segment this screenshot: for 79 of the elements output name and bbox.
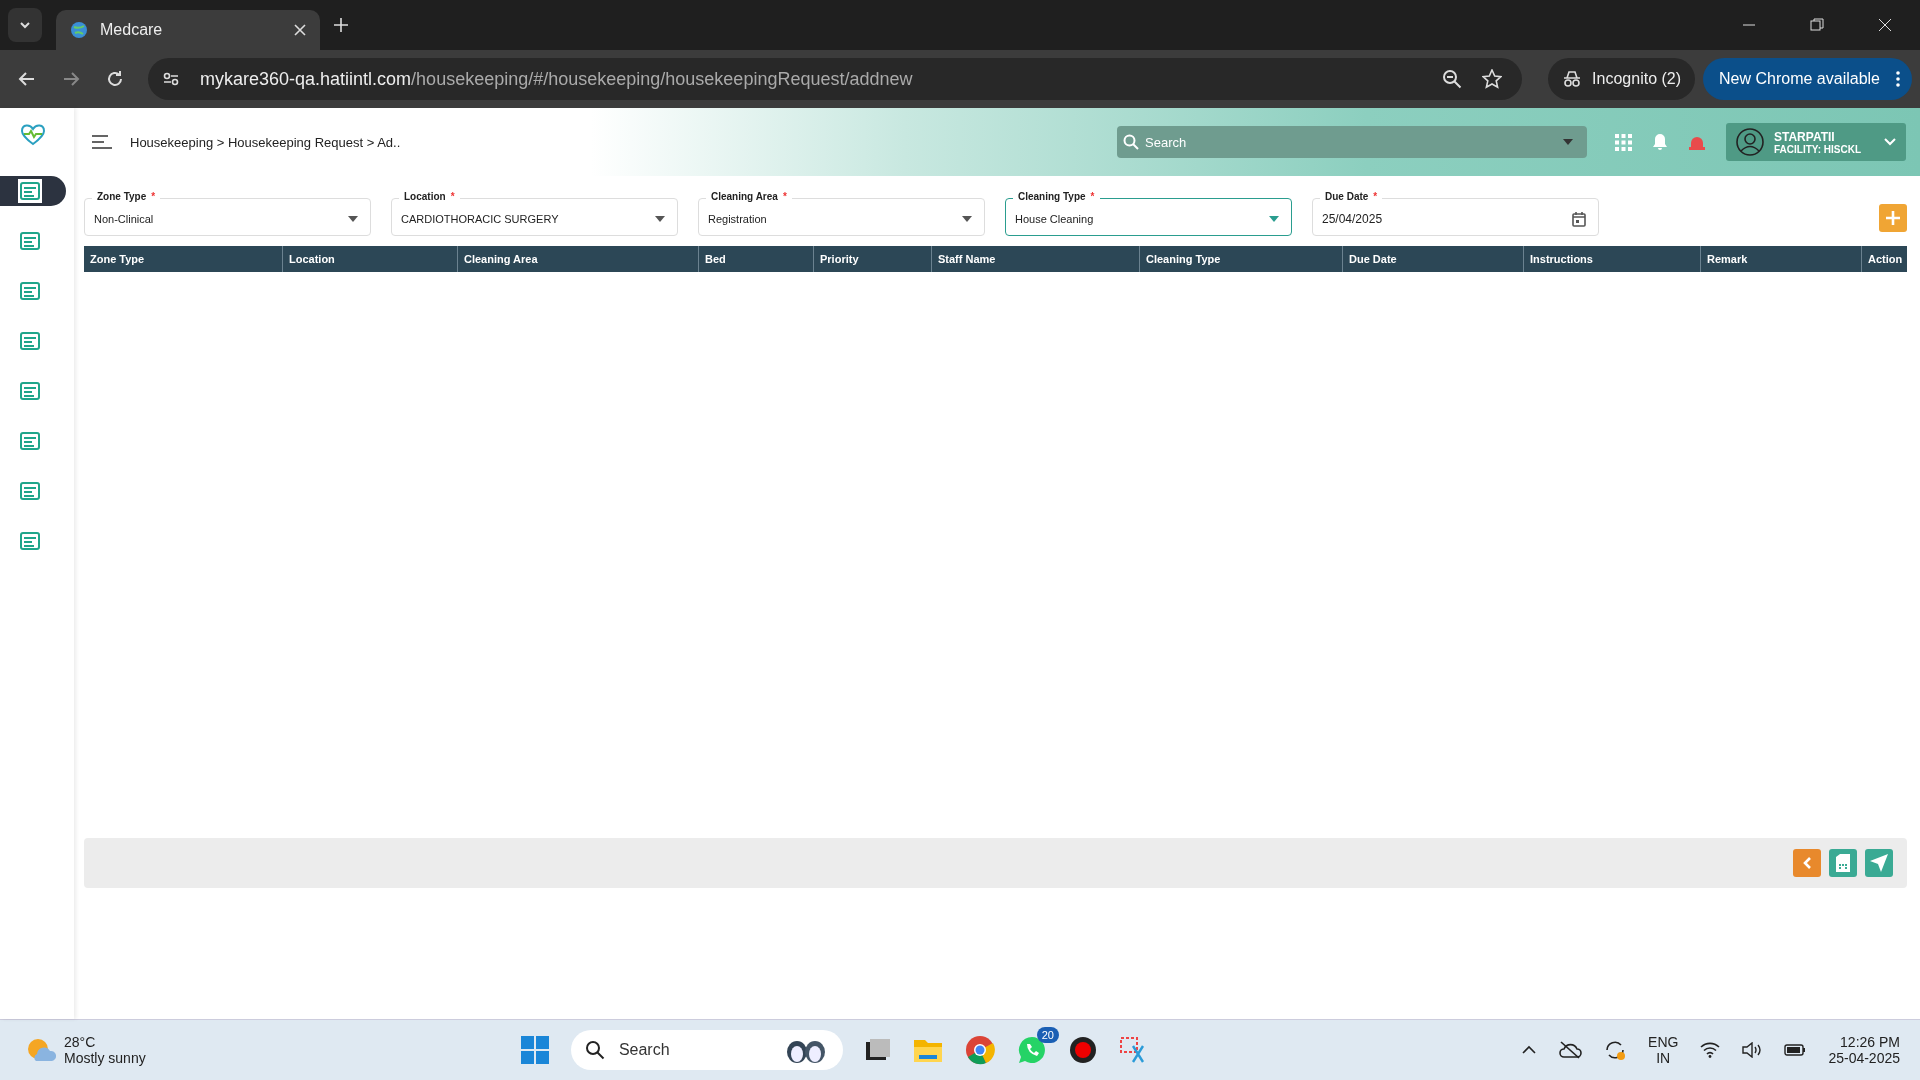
folder-icon[interactable] bbox=[912, 1037, 943, 1063]
chevron-down-icon bbox=[1884, 138, 1896, 146]
wifi-icon[interactable] bbox=[1700, 1042, 1721, 1058]
facility-label: FACILITY: HISCKL bbox=[1774, 143, 1863, 155]
sidebar-item[interactable] bbox=[0, 176, 66, 206]
snipping-tool-icon[interactable] bbox=[1118, 1036, 1147, 1064]
sim-card-icon bbox=[1835, 853, 1851, 873]
star-icon[interactable] bbox=[1482, 69, 1503, 89]
breadcrumb: Housekeeping > Housekeeping Request > Ad.. bbox=[130, 134, 401, 150]
search-icon bbox=[584, 1040, 605, 1060]
back-button[interactable] bbox=[1793, 849, 1821, 877]
windows-start-icon[interactable] bbox=[520, 1036, 549, 1064]
task-view-icon[interactable] bbox=[864, 1038, 891, 1062]
caret-icon bbox=[962, 216, 972, 222]
field-label: Cleaning Type * bbox=[1013, 190, 1100, 204]
browser-tab[interactable]: Medcare bbox=[56, 10, 320, 50]
column-header: Cleaning Type bbox=[1139, 246, 1342, 272]
caret-icon bbox=[348, 216, 358, 222]
column-header: Priority bbox=[813, 246, 931, 272]
incognito-button[interactable]: Incognito (2) bbox=[1548, 58, 1696, 100]
send-button[interactable] bbox=[1865, 849, 1893, 877]
zoom-icon[interactable] bbox=[1442, 69, 1463, 89]
search-icon bbox=[1123, 134, 1139, 150]
tab-title: Medcare bbox=[100, 21, 164, 39]
reload-icon[interactable] bbox=[106, 70, 124, 88]
clock-date[interactable]: 25-04-2025 bbox=[1828, 1050, 1900, 1066]
column-header: Action bbox=[1861, 246, 1906, 272]
forward-icon[interactable] bbox=[62, 70, 80, 88]
heart-logo-icon bbox=[20, 124, 46, 146]
notification-badge: 20 bbox=[1036, 1027, 1059, 1043]
send-icon bbox=[1869, 853, 1889, 873]
plus-icon bbox=[1885, 210, 1901, 226]
caret-icon bbox=[1269, 216, 1279, 222]
close-icon[interactable] bbox=[294, 24, 306, 36]
user-avatar-icon bbox=[1736, 128, 1764, 156]
chevron-left-icon bbox=[1802, 856, 1812, 870]
sun-cloud-icon bbox=[26, 1037, 56, 1063]
record-icon[interactable] bbox=[1068, 1036, 1097, 1064]
column-header: Zone Type bbox=[89, 252, 146, 267]
new-tab-icon[interactable] bbox=[334, 18, 348, 32]
field-label: Zone Type * bbox=[92, 190, 161, 204]
column-header: Cleaning Area bbox=[457, 246, 698, 272]
language-label[interactable]: ENG bbox=[1648, 1034, 1679, 1050]
update-button[interactable]: New Chrome available bbox=[1703, 58, 1912, 100]
site-settings-icon[interactable] bbox=[162, 70, 180, 88]
region-label[interactable]: IN bbox=[1656, 1050, 1671, 1066]
address-field[interactable]: mykare360-qa.hatiintl.com/housekeeping/#/housekeeping/housekeepingRequest/addnew bbox=[148, 58, 1523, 100]
temperature: 28°C bbox=[64, 1034, 97, 1050]
column-header: Remark bbox=[1700, 246, 1861, 272]
search-field[interactable]: Search bbox=[1117, 126, 1587, 158]
weather-text: Mostly sunny bbox=[64, 1050, 146, 1066]
globe-icon bbox=[70, 21, 88, 39]
column-header: Location bbox=[282, 246, 457, 272]
menu-icon[interactable] bbox=[92, 135, 112, 149]
chevron-down-icon bbox=[19, 19, 31, 31]
back-icon[interactable] bbox=[18, 70, 36, 88]
tab-search-button[interactable] bbox=[8, 8, 42, 42]
speaker-icon[interactable] bbox=[1742, 1042, 1763, 1058]
cloud-off-icon[interactable] bbox=[1558, 1041, 1583, 1059]
sync-icon[interactable] bbox=[1604, 1039, 1627, 1061]
more-icon bbox=[1896, 71, 1900, 87]
chrome-icon[interactable] bbox=[964, 1035, 995, 1065]
save-button[interactable] bbox=[1829, 849, 1857, 877]
column-header: Bed bbox=[698, 246, 813, 272]
chevron-up-icon[interactable] bbox=[1522, 1045, 1537, 1055]
restore-icon[interactable] bbox=[1810, 18, 1824, 32]
caret-icon bbox=[655, 216, 665, 222]
taskbar-search-field[interactable]: Search bbox=[570, 1030, 843, 1070]
field-label: Cleaning Area * bbox=[706, 190, 792, 204]
calendar-icon bbox=[1572, 211, 1586, 227]
battery-icon[interactable] bbox=[1784, 1043, 1807, 1057]
column-header: Instructions bbox=[1523, 246, 1700, 272]
caret-icon bbox=[1563, 139, 1573, 145]
user-name: STARPATII bbox=[1774, 129, 1836, 144]
clock-time[interactable]: 12:26 PM bbox=[1840, 1034, 1900, 1050]
incognito-icon bbox=[1562, 71, 1583, 87]
column-header: Due Date bbox=[1342, 246, 1523, 272]
close-icon[interactable] bbox=[1878, 18, 1892, 32]
column-header: Staff Name bbox=[931, 246, 1139, 272]
